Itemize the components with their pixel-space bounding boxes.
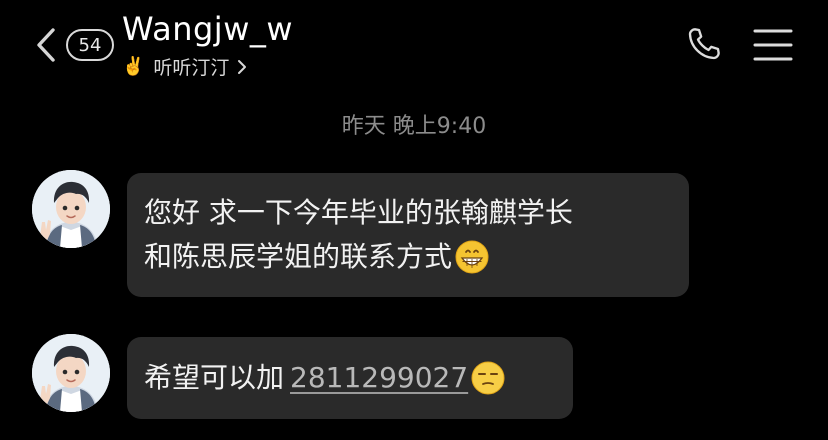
avatar[interactable] bbox=[32, 334, 110, 412]
more-menu-button[interactable] bbox=[752, 27, 794, 63]
message-bubble[interactable]: 您好 求一下今年毕业的张翰麒学长 和陈思辰学姐的联系方式 bbox=[127, 173, 689, 297]
victory-hand-emoji: ✌️ bbox=[122, 56, 145, 77]
grinning-face-emoji bbox=[454, 239, 490, 275]
phone-number-link[interactable]: 2811299027 bbox=[290, 356, 468, 400]
message-text: 和陈思辰学姐的联系方式 bbox=[144, 240, 453, 273]
chat-header: 54 Wangjw_w ✌️ 听听汀汀 bbox=[0, 0, 828, 90]
chevron-left-icon bbox=[34, 24, 60, 66]
message-text-line: 您好 求一下今年毕业的张翰麒学长 bbox=[144, 196, 573, 229]
call-button[interactable] bbox=[684, 24, 724, 64]
hamburger-menu-icon bbox=[753, 29, 793, 61]
contact-status[interactable]: ✌️ 听听汀汀 bbox=[122, 53, 247, 80]
message-bubble[interactable]: 希望可以加 2811299027 bbox=[127, 337, 573, 419]
phone-icon bbox=[688, 28, 720, 60]
message-text-line-2: 和陈思辰学姐的联系方式 bbox=[144, 235, 671, 279]
contact-name[interactable]: Wangjw_w bbox=[122, 10, 293, 48]
unamused-face-emoji bbox=[470, 360, 506, 396]
unread-count-badge: 54 bbox=[66, 29, 114, 61]
chevron-right-icon bbox=[237, 59, 247, 75]
message-text: 希望可以加 bbox=[144, 361, 285, 394]
avatar[interactable] bbox=[32, 170, 110, 248]
status-text: 听听汀汀 bbox=[153, 57, 230, 79]
message-timestamp: 昨天 晚上9:40 bbox=[341, 114, 487, 139]
message-text-line: 希望可以加 2811299027 bbox=[144, 356, 555, 400]
back-button[interactable]: 54 bbox=[34, 24, 114, 66]
